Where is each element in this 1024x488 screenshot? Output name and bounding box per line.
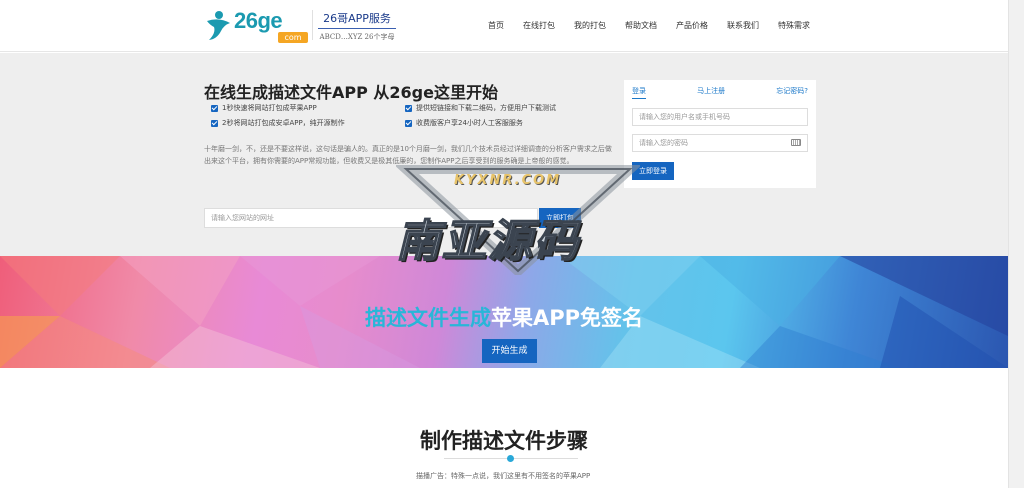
logo-suffix: com (278, 32, 308, 43)
username-input[interactable]: 请输入您的用户名或手机号码 (632, 108, 808, 126)
tab-forgot-password[interactable]: 忘记密码? (776, 86, 808, 99)
banner-title: 描述文件生成苹果APP免签名 (0, 302, 1008, 332)
watermark-domain: KYXNR.COM (454, 173, 562, 188)
nav-my-packs[interactable]: 我的打包 (574, 20, 606, 31)
site-header: 26ge com 26哥APP服务 ABCD…XYZ 26个字母 首页 在线打包… (0, 0, 1008, 52)
site-logo[interactable]: 26ge com (204, 8, 314, 44)
start-generate-button[interactable]: 开始生成 (482, 339, 537, 363)
hero-description: 十年磨一剑，不，还是不要这样说，这句话是骗人的。真正的是10个月磨一剑，我们几个… (204, 145, 612, 165)
hero-title: 在线生成描述文件APP 从26ge这里开始 (204, 83, 498, 102)
watermark-title: 南亚源码 (395, 215, 580, 268)
steps-description: 描播广告：特殊一点说，我们这里有不用签名的苹果APP (416, 472, 591, 480)
feature-list: 1秒快速将网站打包成苹果APP 提供短链接和下载二维码，方便用户下载测试 2秒将… (211, 103, 601, 128)
logo-text: 26ge (234, 8, 283, 33)
checkbox-icon (405, 104, 412, 112)
tab-login[interactable]: 登录 (632, 86, 646, 99)
watermark: KYXNR.COM 南亚源码 (395, 165, 640, 275)
feature-item: 收费版客户享24小时人工客服服务 (405, 118, 601, 128)
page-scrollbar[interactable] (1008, 0, 1024, 488)
nav-special-requests[interactable]: 特殊需求 (778, 20, 810, 31)
checkbox-icon (211, 119, 218, 127)
checkbox-icon (405, 119, 412, 127)
tagline-title: 26哥APP服务 (318, 10, 396, 29)
login-panel: 登录 马上注册 忘记密码? 请输入您的用户名或手机号码 请输入您的密码 立即登录 (624, 80, 816, 188)
banner-title-rest: 苹果APP免签名 (490, 306, 644, 330)
nav-help-docs[interactable]: 帮助文档 (625, 20, 657, 31)
tagline-subtitle: ABCD…XYZ 26个字母 (319, 33, 395, 41)
tagline: 26哥APP服务 ABCD…XYZ 26个字母 (318, 10, 396, 42)
feature-item: 2秒将网站打包成安卓APP，纯开源制作 (211, 118, 405, 128)
nav-home[interactable]: 首页 (488, 20, 504, 31)
steps-divider-dot (507, 455, 514, 462)
steps-title: 制作描述文件步骤 (420, 429, 588, 453)
logo-divider (312, 10, 313, 40)
nav-contact[interactable]: 联系我们 (727, 20, 759, 31)
nav-pricing[interactable]: 产品价格 (676, 20, 708, 31)
banner-title-highlight: 描述文件生成 (364, 306, 491, 330)
login-tabs: 登录 马上注册 忘记密码? (632, 86, 808, 99)
nav-online-pack[interactable]: 在线打包 (523, 20, 555, 31)
feature-item: 1秒快速将网站打包成苹果APP (211, 103, 405, 113)
checkbox-icon (211, 104, 218, 112)
tab-register[interactable]: 马上注册 (697, 86, 725, 99)
keyboard-icon[interactable] (791, 139, 801, 146)
feature-item: 提供短链接和下载二维码，方便用户下载测试 (405, 103, 601, 113)
password-placeholder: 请输入您的密码 (639, 139, 688, 147)
password-input[interactable]: 请输入您的密码 (632, 134, 808, 152)
main-nav: 首页 在线打包 我的打包 帮助文档 产品价格 联系我们 特殊需求 (469, 20, 810, 31)
logo-figure-icon (207, 11, 230, 40)
